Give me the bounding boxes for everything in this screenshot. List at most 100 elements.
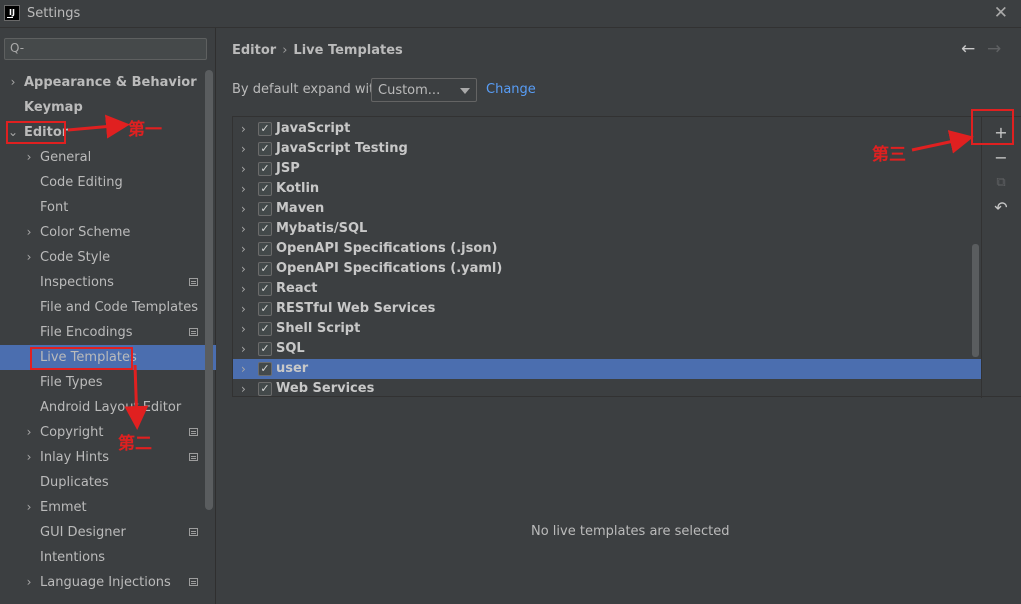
chevron-right-icon[interactable]: › [241,359,246,379]
chevron-right-icon[interactable]: › [24,420,34,445]
template-group-checkbox[interactable]: ✓ [258,142,272,156]
back-arrow-icon[interactable]: ← [961,39,975,59]
sidebar-item-label: General [40,150,92,165]
chevron-right-icon[interactable]: › [241,299,246,319]
sidebar-item[interactable]: Code Editing [0,170,216,195]
sidebar-item[interactable]: GUI Designer [0,520,216,545]
template-group-label: JavaScript [276,121,351,136]
sidebar-item[interactable]: Inspections [0,270,216,295]
expand-with-dropdown[interactable]: Custom... [371,78,477,102]
chevron-right-icon[interactable]: › [24,245,34,270]
chevron-right-icon[interactable]: › [241,379,246,398]
templates-list: › ✓ JavaScript › ✓ JavaScript Testing › ✓ JSP › ✓ K… [233,117,981,398]
sidebar-item[interactable]: › Color Scheme [0,220,216,245]
template-group-row[interactable]: › ✓ JSP [233,159,981,179]
chevron-right-icon[interactable]: › [241,259,246,279]
sidebar-item-label: Code Editing [40,175,123,190]
sidebar-item[interactable]: › Language Injections [0,570,216,595]
template-group-row[interactable]: › ✓ Mybatis/SQL [233,219,981,239]
template-group-row[interactable]: › ✓ Kotlin [233,179,981,199]
template-group-row[interactable]: › ✓ React [233,279,981,299]
search-icon: Q- [10,41,25,55]
sidebar-item-label: Code Style [40,250,111,265]
template-group-checkbox[interactable]: ✓ [258,242,272,256]
sidebar-item[interactable]: File and Code Templates [0,295,216,320]
close-icon[interactable]: ✕ [994,3,1008,23]
sidebar-item[interactable]: File Types [0,370,216,395]
sidebar-item[interactable]: Intentions [0,545,216,570]
sidebar-item[interactable]: › General [0,145,216,170]
template-group-checkbox[interactable]: ✓ [258,302,272,316]
chevron-right-icon[interactable]: › [241,219,246,239]
chevron-right-icon[interactable]: › [241,319,246,339]
sidebar-item-label: File and Code Templates [40,300,198,315]
sidebar-scrollbar[interactable] [205,70,213,510]
template-group-row[interactable]: › ✓ OpenAPI Specifications (.json) [233,239,981,259]
template-group-row[interactable]: › ✓ OpenAPI Specifications (.yaml) [233,259,981,279]
breadcrumb-current: Live Templates [293,43,403,58]
template-group-row[interactable]: › ✓ user [233,359,981,379]
chevron-right-icon[interactable]: › [24,220,34,245]
sidebar-item-label: GUI Designer [40,525,126,540]
template-group-label: Maven [276,201,325,216]
chevron-right-icon[interactable]: › [8,70,18,95]
template-group-checkbox[interactable]: ✓ [258,282,272,296]
template-group-checkbox[interactable]: ✓ [258,222,272,236]
template-group-checkbox[interactable]: ✓ [258,122,272,136]
chevron-right-icon[interactable]: › [241,279,246,299]
template-group-checkbox[interactable]: ✓ [258,342,272,356]
sidebar-item[interactable]: Android Layout Editor [0,395,216,420]
template-group-checkbox[interactable]: ✓ [258,362,272,376]
template-group-label: user [276,361,309,376]
template-group-checkbox[interactable]: ✓ [258,322,272,336]
sidebar-item-label: Inlay Hints [40,450,109,465]
template-group-checkbox[interactable]: ✓ [258,202,272,216]
chevron-right-icon[interactable]: › [241,339,246,359]
forward-arrow-icon[interactable]: → [987,39,1001,59]
template-group-row[interactable]: › ✓ Maven [233,199,981,219]
sidebar-item[interactable]: › Code Style [0,245,216,270]
templates-scrollbar[interactable] [972,244,979,357]
template-group-row[interactable]: › ✓ RESTful Web Services [233,299,981,319]
copy-template-button[interactable]: ⧉ [989,172,1013,194]
chevron-right-icon[interactable]: › [241,119,246,139]
chevron-right-icon[interactable]: › [24,495,34,520]
template-group-row[interactable]: › ✓ JavaScript Testing [233,139,981,159]
template-group-row[interactable]: › ✓ Shell Script [233,319,981,339]
chevron-right-icon[interactable]: › [241,199,246,219]
chevron-right-icon[interactable]: › [24,570,34,595]
template-group-row[interactable]: › ✓ JavaScript [233,119,981,139]
sidebar-item[interactable]: › Appearance & Behavior [0,70,216,95]
sidebar-item[interactable]: › Inlay Hints [0,445,216,470]
template-group-row[interactable]: › ✓ SQL [233,339,981,359]
title-bar: IJ Settings ✕ [0,0,1021,28]
sidebar-item[interactable]: › Emmet [0,495,216,520]
template-group-label: SQL [276,341,305,356]
sidebar-item-label: Duplicates [40,475,109,490]
chevron-right-icon[interactable]: › [241,159,246,179]
template-group-label: RESTful Web Services [276,301,436,316]
chevron-right-icon[interactable]: › [241,179,246,199]
template-group-checkbox[interactable]: ✓ [258,262,272,276]
template-group-checkbox[interactable]: ✓ [258,182,272,196]
template-group-row[interactable]: › ✓ Web Services [233,379,981,398]
sidebar-item[interactable]: File Encodings [0,320,216,345]
sidebar-item[interactable]: Keymap [0,95,216,120]
sidebar-item[interactable]: › Copyright [0,420,216,445]
chevron-right-icon[interactable]: › [241,139,246,159]
sidebar-item[interactable]: Font [0,195,216,220]
breadcrumb: Editor › Live Templates [232,43,403,58]
change-link[interactable]: Change [486,82,536,97]
chevron-right-icon[interactable]: › [24,145,34,170]
chevron-right-icon[interactable]: › [241,239,246,259]
template-group-checkbox[interactable]: ✓ [258,382,272,396]
settings-sidebar: Q- › Appearance & Behavior Keymap ⌄ Editor › G… [0,28,216,604]
sidebar-item-label: Emmet [40,500,87,515]
template-group-checkbox[interactable]: ✓ [258,162,272,176]
template-group-label: React [276,281,318,296]
restore-defaults-button[interactable]: ↶ [989,197,1013,219]
search-input[interactable]: Q- [4,38,207,60]
remove-template-button[interactable]: − [989,147,1013,169]
sidebar-item[interactable]: Duplicates [0,470,216,495]
chevron-right-icon[interactable]: › [24,445,34,470]
